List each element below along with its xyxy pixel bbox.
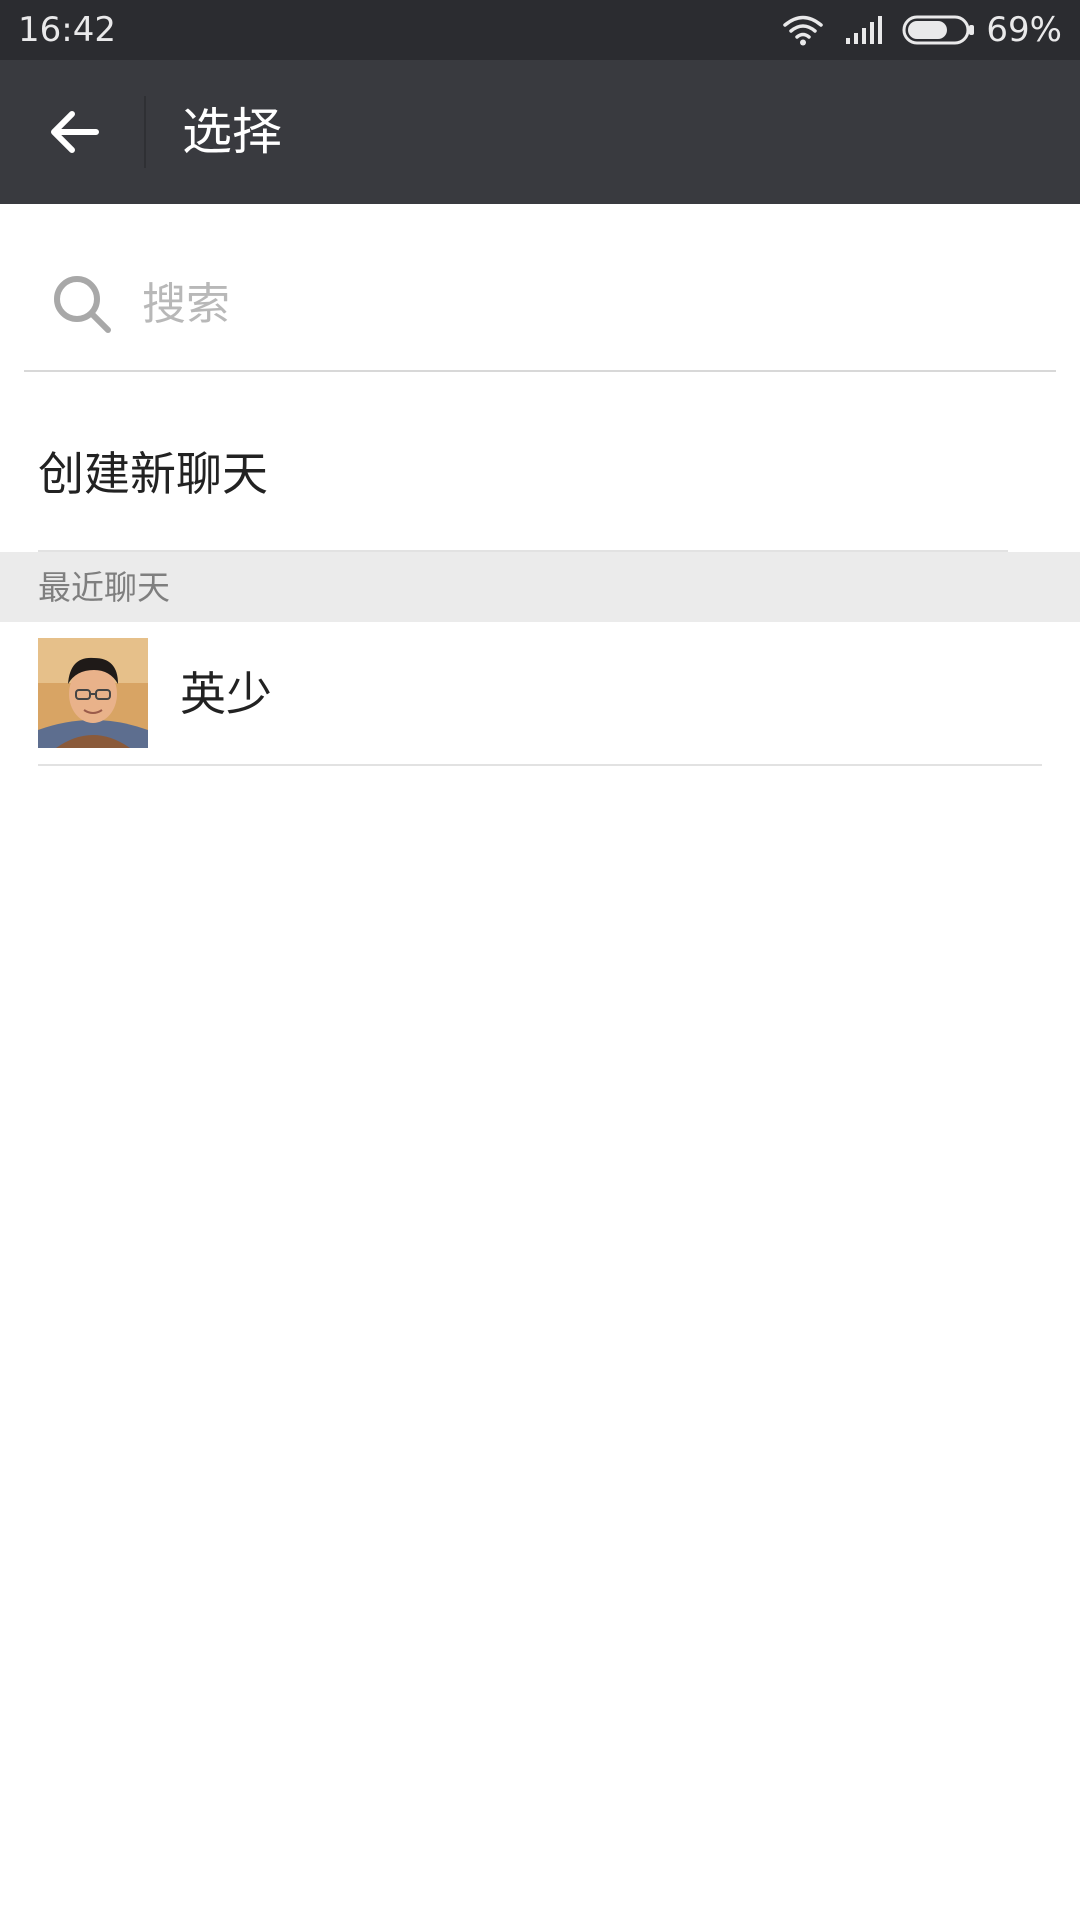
arrow-left-icon: [51, 111, 99, 153]
create-new-chat-button[interactable]: 创建新聊天: [0, 404, 1080, 552]
app-bar-divider: [144, 96, 146, 168]
wifi-icon: [783, 15, 824, 46]
status-time: 16:42: [18, 10, 116, 50]
list-item[interactable]: 英少: [0, 622, 1080, 766]
back-button[interactable]: [24, 82, 124, 182]
contact-name: 英少: [180, 667, 272, 721]
page-title: 选择: [182, 103, 282, 161]
search-input[interactable]: [142, 268, 1022, 340]
user-photo-avatar: [38, 638, 148, 748]
battery-percent: 69%: [986, 10, 1062, 50]
battery-icon: [902, 15, 975, 45]
create-new-chat-label: 创建新聊天: [38, 447, 268, 501]
divider: [38, 764, 1042, 766]
recent-chats-header: 最近聊天: [0, 552, 1080, 622]
app-bar: 选择: [0, 60, 1080, 204]
signal-icon: [846, 16, 883, 44]
recent-chats-header-label: 最近聊天: [38, 568, 170, 607]
search-icon: [54, 276, 111, 333]
status-bar: 16:42 69%: [0, 0, 1080, 60]
status-indicators: 69%: [782, 10, 1062, 50]
search-bar: [24, 256, 1056, 372]
